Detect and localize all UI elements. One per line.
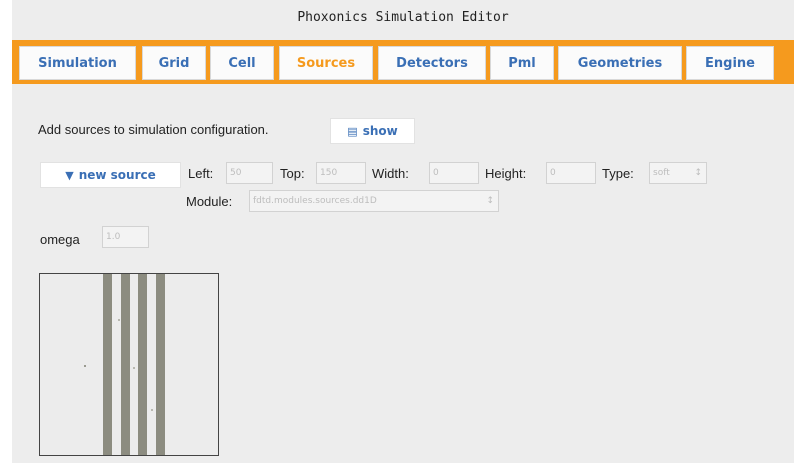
detector-marker (151, 409, 153, 411)
left-input[interactable]: 50 (226, 162, 273, 184)
new-source-button[interactable]: ▼ new source (40, 162, 181, 188)
module-select-value: fdtd.modules.sources.dd1D (253, 196, 377, 206)
simulation-preview-canvas[interactable] (39, 273, 219, 456)
tab-detectors[interactable]: Detectors (378, 46, 486, 80)
height-input[interactable]: 0 (546, 162, 596, 184)
type-select[interactable]: soft ↕ (649, 162, 707, 184)
width-label: Width: (372, 166, 409, 181)
tab-geometries[interactable]: Geometries (558, 46, 682, 80)
tab-grid[interactable]: Grid (142, 46, 206, 80)
width-input[interactable]: 0 (429, 162, 479, 184)
geometry-stripe (121, 274, 130, 455)
title-bar: Phoxonics Simulation Editor (12, 0, 794, 40)
detector-marker (133, 367, 135, 369)
sources-panel: Add sources to simulation configuration.… (12, 84, 794, 463)
tab-engine[interactable]: Engine (686, 46, 774, 80)
module-select[interactable]: fdtd.modules.sources.dd1D ↕ (249, 190, 499, 212)
type-label: Type: (602, 166, 634, 181)
tab-pml[interactable]: Pml (490, 46, 554, 80)
type-select-value: soft (653, 168, 670, 178)
omega-label: omega (40, 232, 80, 247)
detector-marker (118, 319, 120, 321)
top-input[interactable]: 150 (316, 162, 366, 184)
window-title: Phoxonics Simulation Editor (297, 10, 509, 25)
list-icon: ▤ (347, 124, 358, 138)
chevron-down-icon: ↕ (486, 196, 494, 206)
geometry-stripe (138, 274, 147, 455)
height-label: Height: (485, 166, 527, 181)
omega-input[interactable]: 1.0 (102, 226, 149, 248)
top-label: Top: (280, 166, 305, 181)
module-label: Module: (186, 194, 233, 209)
tab-sources[interactable]: Sources (279, 46, 373, 80)
geometry-stripe (156, 274, 165, 455)
show-button[interactable]: ▤ show (330, 118, 415, 144)
pin-icon: ▼ (65, 168, 74, 182)
tab-cell[interactable]: Cell (210, 46, 274, 80)
show-button-label: show (362, 124, 398, 138)
left-label: Left: (188, 166, 214, 181)
source-marker (84, 365, 86, 367)
tab-bar: Simulation Grid Cell Sources Detectors P… (12, 40, 794, 84)
geometry-stripe (103, 274, 112, 455)
new-source-button-label: new source (78, 168, 156, 182)
chevron-down-icon: ↕ (694, 168, 702, 178)
sources-description: Add sources to simulation configuration. (38, 122, 269, 137)
tab-simulation[interactable]: Simulation (19, 46, 136, 80)
